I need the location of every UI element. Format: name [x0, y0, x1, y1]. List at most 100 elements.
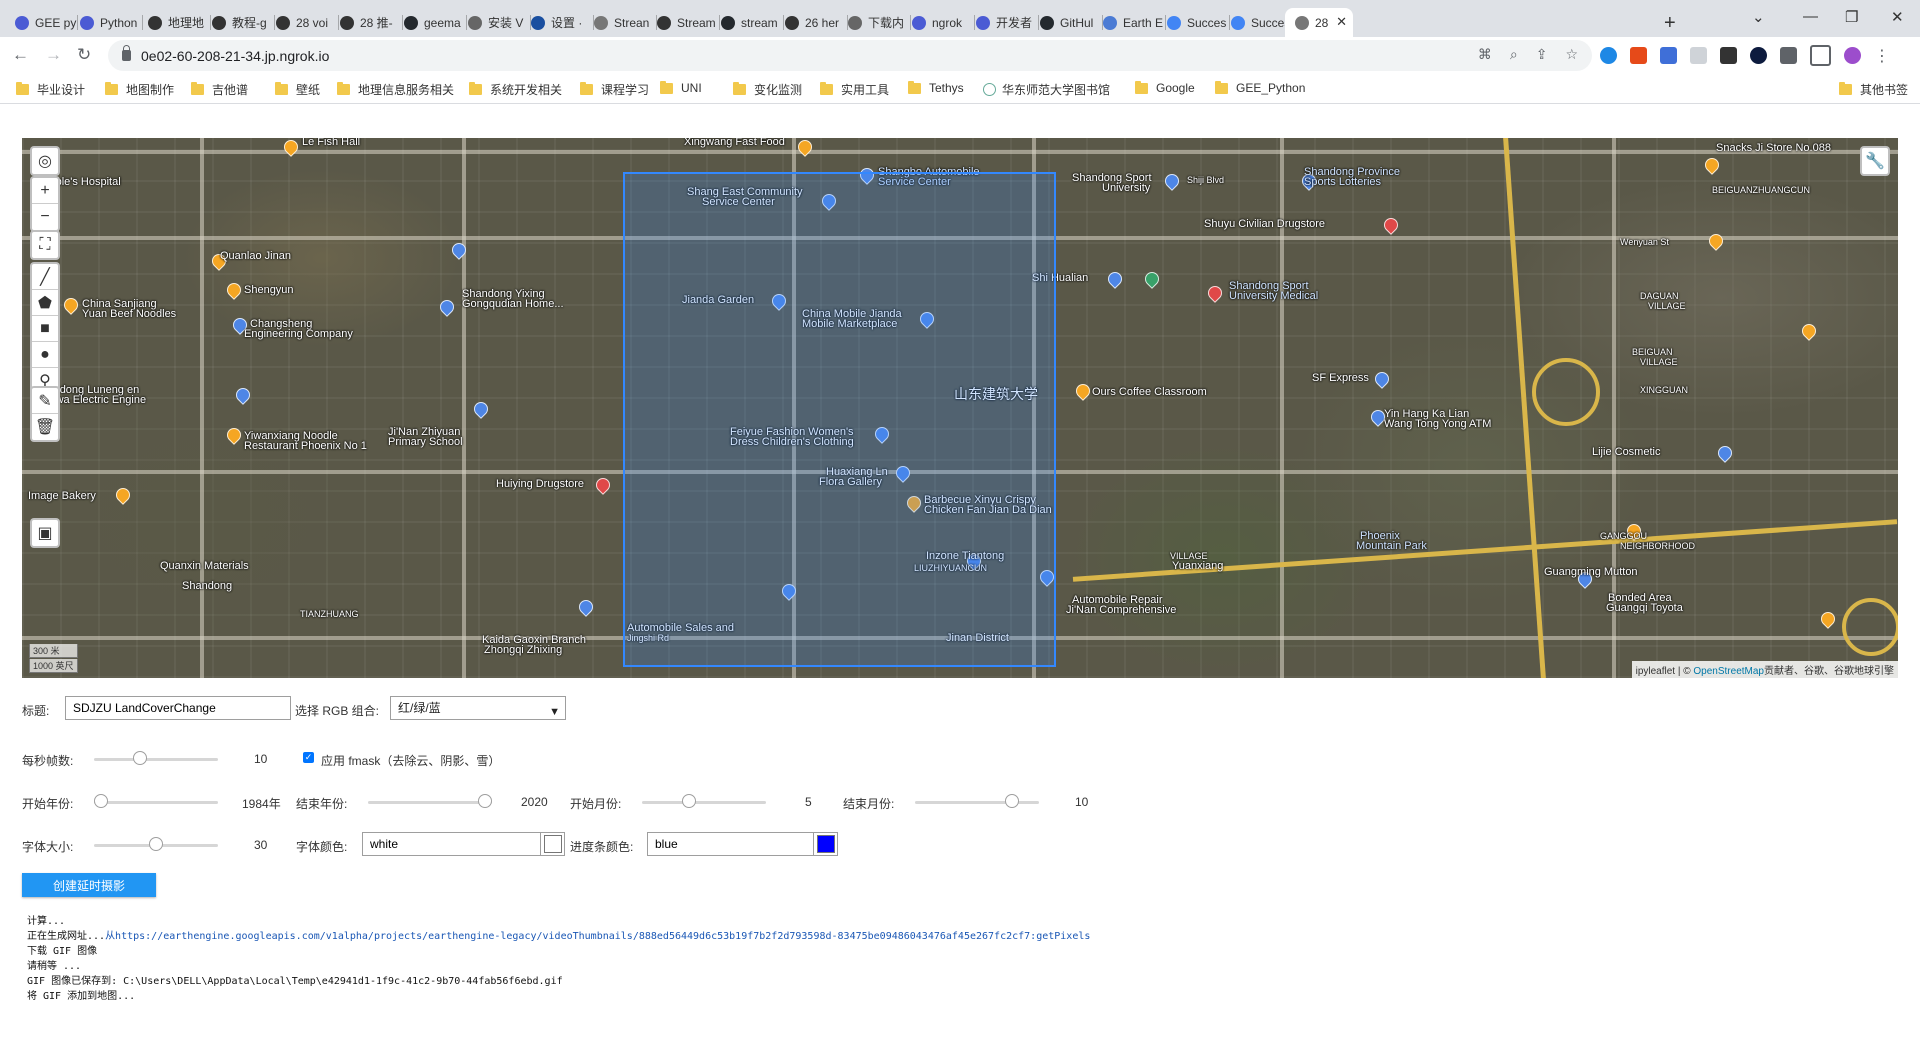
- bookmark-item[interactable]: GEE_Python: [1215, 80, 1305, 95]
- create-timelapse-button[interactable]: 创建延时摄影: [22, 873, 156, 897]
- poi-marker[interactable]: [1702, 155, 1722, 175]
- drawn-rectangle-aoi[interactable]: [623, 172, 1056, 667]
- extension-translate-icon[interactable]: [1660, 47, 1677, 64]
- progress-color-picker[interactable]: [814, 832, 838, 856]
- sidepanel-icon[interactable]: [1810, 45, 1831, 66]
- poi-marker[interactable]: [471, 399, 491, 419]
- font-color-input[interactable]: white: [362, 832, 541, 856]
- browser-tab[interactable]: Succes: [1221, 8, 1294, 37]
- font-color-picker[interactable]: [541, 832, 565, 856]
- layer-square-icon[interactable]: ▣: [32, 520, 58, 546]
- log-url[interactable]: 从https://earthengine.googleapis.com/v1al…: [105, 931, 1090, 942]
- browser-tab[interactable]: Earth E: [1093, 8, 1166, 37]
- poi-marker[interactable]: [61, 295, 81, 315]
- zoom-out-button[interactable]: −: [32, 204, 58, 230]
- bookmark-item[interactable]: Tethys: [908, 80, 964, 95]
- rgb-select[interactable]: 红/绿/蓝 ▼: [390, 696, 566, 720]
- zoom-in-button[interactable]: +: [32, 178, 58, 204]
- poi-marker[interactable]: [1073, 381, 1093, 401]
- slider-thumb[interactable]: [94, 794, 108, 808]
- browser-tab[interactable]: 28 推-: [330, 8, 403, 37]
- tab-search-icon[interactable]: ⌄: [1752, 8, 1765, 26]
- address-bar[interactable]: 0e02-60-208-21-34.jp.ngrok.io ⌘ ⌕ ⇪ ☆: [108, 40, 1592, 71]
- polyline-tool-icon[interactable]: ╱: [32, 264, 58, 290]
- poi-marker[interactable]: [233, 385, 253, 405]
- poi-marker[interactable]: [113, 485, 133, 505]
- restore-button[interactable]: ❐: [1845, 8, 1858, 26]
- bookmark-item[interactable]: 壁纸: [275, 81, 320, 98]
- other-bookmarks[interactable]: 其他书签: [1839, 81, 1908, 98]
- poi-marker[interactable]: [224, 425, 244, 445]
- bookmark-item[interactable]: 变化监测: [733, 81, 802, 98]
- bookmark-item[interactable]: UNI: [660, 80, 702, 95]
- poi-marker[interactable]: [1372, 369, 1392, 389]
- rectangle-tool-icon[interactable]: ■: [32, 316, 58, 342]
- slider-thumb[interactable]: [149, 837, 163, 851]
- poi-marker[interactable]: [1715, 443, 1735, 463]
- tools-control[interactable]: 🔧: [1860, 146, 1890, 176]
- share-icon[interactable]: ⇪: [1536, 46, 1548, 63]
- tab-close-icon[interactable]: ✕: [1336, 14, 1347, 30]
- start-year-slider[interactable]: [94, 794, 218, 810]
- poi-marker[interactable]: [1105, 269, 1125, 289]
- poi-marker[interactable]: [1162, 171, 1182, 191]
- poi-marker[interactable]: [576, 597, 596, 617]
- browser-tab[interactable]: stream: [711, 8, 784, 37]
- extension-dark-icon[interactable]: [1720, 47, 1737, 64]
- trash-icon[interactable]: 🗑: [32, 414, 58, 440]
- poi-marker[interactable]: [281, 138, 301, 157]
- layers-control[interactable]: ◎: [30, 146, 60, 176]
- menu-icon[interactable]: ⋮: [1874, 46, 1890, 66]
- bookmark-item[interactable]: 华东师范大学图书馆: [983, 81, 1110, 98]
- browser-tab[interactable]: 28 ✕: [1285, 8, 1353, 37]
- slider-thumb[interactable]: [1005, 794, 1020, 808]
- zoom-icon[interactable]: ⌕: [1510, 46, 1518, 63]
- bookmark-item[interactable]: 系统开发相关: [469, 81, 562, 98]
- minimize-button[interactable]: —: [1803, 8, 1818, 25]
- bookmark-item[interactable]: 毕业设计: [16, 81, 85, 98]
- circle-tool-icon[interactable]: ●: [32, 342, 58, 368]
- browser-tab[interactable]: ngrok: [902, 8, 975, 37]
- browser-tab[interactable]: Stream: [647, 8, 720, 37]
- browser-tab[interactable]: Python: [70, 8, 143, 37]
- polygon-tool-icon[interactable]: ⬟: [32, 290, 58, 316]
- bookmark-item[interactable]: Google: [1135, 80, 1195, 95]
- poi-marker[interactable]: [1205, 283, 1225, 303]
- back-icon[interactable]: ←: [12, 45, 29, 65]
- fullscreen-icon[interactable]: ⛶: [32, 232, 58, 258]
- poi-marker[interactable]: [1142, 269, 1162, 289]
- puzzle-icon[interactable]: [1780, 47, 1797, 64]
- poi-marker[interactable]: [437, 297, 457, 317]
- browser-tab[interactable]: 开发者: [966, 8, 1039, 37]
- layer-toggle-control[interactable]: ▣: [30, 518, 60, 548]
- bookmark-item[interactable]: 地理信息服务相关: [337, 81, 454, 98]
- bookmark-item[interactable]: 吉他谱: [191, 81, 248, 98]
- translate-icon[interactable]: ⌘: [1478, 46, 1492, 63]
- bookmark-item[interactable]: 课程学习: [580, 81, 649, 98]
- browser-tab[interactable]: geema: [394, 8, 467, 37]
- map-view[interactable]: Le Fish Hall Xingwang Fast Food Shangbo Au…: [22, 138, 1898, 678]
- slider-thumb[interactable]: [478, 794, 492, 808]
- bookmark-star-icon[interactable]: ☆: [1565, 46, 1578, 63]
- extension-doc-icon[interactable]: [1690, 47, 1707, 64]
- poi-marker[interactable]: [1706, 231, 1726, 251]
- globe-icon[interactable]: ◎: [32, 148, 58, 174]
- poi-marker[interactable]: [224, 280, 244, 300]
- attribution-lib[interactable]: ipyleaflet: [1636, 666, 1675, 677]
- wrench-icon[interactable]: 🔧: [1862, 148, 1888, 174]
- browser-tab[interactable]: 28 voi: [266, 8, 339, 37]
- forward-icon[interactable]: →: [45, 45, 62, 65]
- browser-tab[interactable]: 教程-g: [202, 8, 275, 37]
- bookmark-item[interactable]: 地图制作: [105, 81, 174, 98]
- start-month-slider[interactable]: [642, 794, 766, 810]
- poi-marker[interactable]: [1799, 321, 1819, 341]
- slider-thumb[interactable]: [132, 751, 147, 765]
- poi-marker[interactable]: [795, 138, 815, 157]
- browser-tab[interactable]: Succes: [1157, 8, 1230, 37]
- edit-icon[interactable]: ✎: [32, 388, 58, 414]
- fmask-checkbox[interactable]: ✓: [303, 752, 314, 763]
- browser-tab[interactable]: 下载内: [838, 8, 911, 37]
- extension-off-icon[interactable]: [1630, 47, 1647, 64]
- browser-tab[interactable]: 地理地: [138, 8, 211, 37]
- title-input[interactable]: SDJZU LandCoverChange: [65, 696, 291, 720]
